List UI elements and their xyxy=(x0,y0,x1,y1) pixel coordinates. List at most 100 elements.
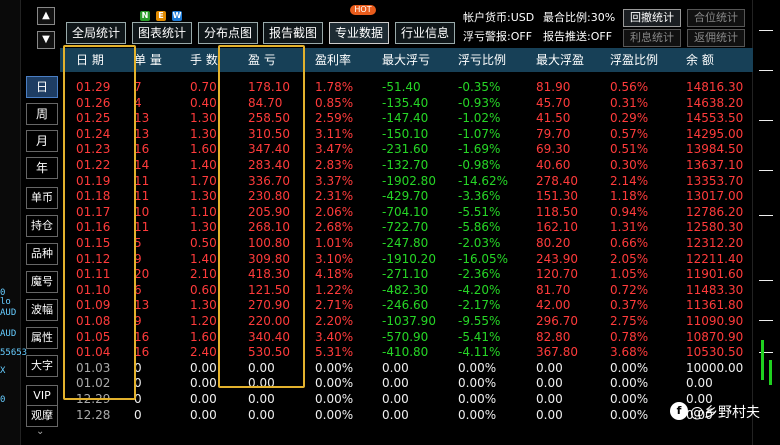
col-profit-rate[interactable]: 盈利率 xyxy=(315,48,351,72)
rebate-stats-button[interactable]: 返佣统计 xyxy=(687,29,745,47)
side-tab-attribute[interactable]: 属性 xyxy=(26,327,58,349)
pro-data-button[interactable]: 专业数据 xyxy=(329,22,389,44)
cell-max-float-profit: 0.00 xyxy=(536,392,563,406)
interest-stats-button[interactable]: 利息统计 xyxy=(623,29,681,47)
global-stats-button[interactable]: 全局统计 xyxy=(66,22,126,44)
table-row[interactable]: 01.22 14 1.40 283.40 2.83% -132.70 -0.98% 40.60… xyxy=(60,158,753,174)
table-row[interactable]: 01.23 16 1.60 347.40 3.47% -231.60 -1.69% 69.30… xyxy=(60,142,753,158)
table-row[interactable]: 12.29 0 0.00 0.00 0.00% 0.00 0.00% 0.00 0.00% 0.0… xyxy=(60,392,753,408)
cell-profit-rate: 0.00% xyxy=(315,360,354,375)
side-tab-observe[interactable]: 观摩 xyxy=(26,405,58,427)
new-badge-n: N xyxy=(140,11,150,21)
cell-balance: 13353.70 xyxy=(686,173,744,188)
drawdown-stats-button[interactable]: 回撤统计 xyxy=(623,9,681,27)
col-balance[interactable]: 余 额 xyxy=(686,48,714,72)
table-row[interactable]: 01.02 0 0.00 0.00 0.00% 0.00 0.00% 0.00 0.00% 0.0… xyxy=(60,376,753,392)
cell-float-profit-ratio: 0.94% xyxy=(610,204,649,219)
cell-float-loss-ratio: -0.93% xyxy=(458,95,501,110)
cell-max-float-loss: -132.70 xyxy=(382,158,429,172)
cell-float-loss-ratio: 0.00% xyxy=(458,392,497,406)
cell-max-float-loss: -410.80 xyxy=(382,345,429,360)
cell-orders: 4 xyxy=(134,95,142,110)
col-max-float-profit[interactable]: 最大浮盈 xyxy=(536,48,584,72)
cell-max-float-profit: 82.80 xyxy=(536,329,571,344)
table-row[interactable]: 01.17 10 1.10 205.90 2.06% -704.10 -5.51% 118.5… xyxy=(60,205,753,221)
cell-profit-rate: 3.40% xyxy=(315,329,354,344)
cell-balance: 12211.40 xyxy=(686,251,744,266)
side-tab-position[interactable]: 持仓 xyxy=(26,215,58,237)
industry-info-button[interactable]: 行业信息 xyxy=(395,22,455,44)
cell-orders: 11 xyxy=(134,173,150,188)
scroll-down-button[interactable]: ▼ xyxy=(37,31,55,49)
position-stats-button[interactable]: 合位统计 xyxy=(687,9,745,27)
cell-profit-rate: 2.68% xyxy=(315,220,354,235)
left-strip-label: 0 xyxy=(0,395,6,405)
table-row[interactable]: 01.04 16 2.40 530.50 5.31% -410.80 -4.11% 367.8… xyxy=(60,345,753,361)
side-tab-single-currency[interactable]: 单币 xyxy=(26,187,58,209)
cell-max-float-profit: 79.70 xyxy=(536,126,571,141)
table-row[interactable]: 12.28 0 0.00 0.00 0.00% 0.00 0.00% 0.00 0.00% 0.0… xyxy=(60,408,753,424)
col-float-loss-ratio[interactable]: 浮亏比例 xyxy=(458,48,506,72)
side-tab-volatility[interactable]: 波幅 xyxy=(26,299,58,321)
cell-max-float-loss: -246.60 xyxy=(382,298,429,313)
table-row[interactable]: 01.18 11 1.30 230.80 2.31% -429.70 -3.36% 151.3… xyxy=(60,189,753,205)
cell-max-float-loss: -482.30 xyxy=(382,282,429,297)
table-row[interactable]: 01.08 9 1.20 220.00 2.20% -1037.90 -9.55% 296.7… xyxy=(60,314,753,330)
side-tab-day[interactable]: 日 xyxy=(26,76,58,98)
distribution-plot-button[interactable]: 分布点图 xyxy=(198,22,258,44)
table-row[interactable]: 01.29 7 0.70 178.10 1.78% -51.40 -0.35% 81.90 0.… xyxy=(60,80,753,96)
scroll-up-button[interactable]: ▲ xyxy=(37,7,55,25)
chart-stats-button[interactable]: 图表统计 xyxy=(132,22,192,44)
table-row[interactable]: 01.16 11 1.30 268.10 2.68% -722.70 -5.86% 162.1… xyxy=(60,220,753,236)
price-tick xyxy=(759,320,773,321)
left-chart-strip: 0 lo AUD AUD 55653 X 0 xyxy=(0,0,28,445)
cell-profit: 0.00 xyxy=(248,392,275,406)
table-row[interactable]: 01.26 4 0.40 84.70 0.85% -135.40 -0.93% 45.70 0.… xyxy=(60,96,753,112)
cell-balance: 0.00 xyxy=(686,376,713,391)
col-lots[interactable]: 手 数 xyxy=(190,48,218,72)
table-row[interactable]: 01.25 13 1.30 258.50 2.59% -147.40 -1.02% 41.50… xyxy=(60,111,753,127)
side-tab-year[interactable]: 年 xyxy=(26,157,58,179)
col-orders[interactable]: 单 量 xyxy=(134,48,162,72)
cell-max-float-profit: 81.70 xyxy=(536,282,571,297)
side-tab-vip[interactable]: VIP xyxy=(26,385,58,407)
cell-max-float-loss: -1902.80 xyxy=(382,173,436,188)
table-row[interactable]: 01.11 20 2.10 418.30 4.18% -271.10 -2.36% 120.7… xyxy=(60,267,753,283)
chevron-down-icon[interactable]: ⌄ xyxy=(36,426,44,437)
cell-float-loss-ratio: -2.17% xyxy=(458,298,501,313)
side-tab-month[interactable]: 月 xyxy=(26,130,58,152)
table-row[interactable]: 01.10 6 0.60 121.50 1.22% -482.30 -4.20% 81.70 0… xyxy=(60,283,753,299)
cell-float-profit-ratio: 2.05% xyxy=(610,251,649,266)
side-tab-instrument[interactable]: 品种 xyxy=(26,243,58,265)
table-row[interactable]: 01.19 11 1.70 336.70 3.37% -1902.80 -14.62% 278… xyxy=(60,174,753,190)
cell-float-loss-ratio: -9.55% xyxy=(458,314,501,328)
cell-max-float-loss: 0.00 xyxy=(382,376,409,391)
left-strip-label: 55653 xyxy=(0,348,28,358)
cell-max-float-loss: -429.70 xyxy=(382,189,429,204)
table-row[interactable]: 01.12 9 1.40 309.80 3.10% -1910.20 -16.05% 243.… xyxy=(60,252,753,268)
cell-max-float-loss: -150.10 xyxy=(382,126,429,141)
cell-float-profit-ratio: 0.37% xyxy=(610,298,649,313)
cell-max-float-loss: -147.40 xyxy=(382,111,429,126)
price-tick xyxy=(759,280,773,281)
table-row[interactable]: 01.15 5 0.50 100.80 1.01% -247.80 -2.03% 80.20 0… xyxy=(60,236,753,252)
table-row[interactable]: 01.05 16 1.60 340.40 3.40% -570.90 -5.41% 82.80… xyxy=(60,330,753,346)
cell-profit-rate: 1.78% xyxy=(315,80,354,94)
side-tab-week[interactable]: 周 xyxy=(26,103,58,125)
cell-profit-rate: 0.00% xyxy=(315,407,354,422)
table-row[interactable]: 01.03 0 0.00 0.00 0.00% 0.00 0.00% 0.00 0.00% 100… xyxy=(60,361,753,377)
col-max-float-loss[interactable]: 最大浮亏 xyxy=(382,48,430,72)
profit-highlight-box xyxy=(218,45,305,388)
col-float-profit-ratio[interactable]: 浮盈比例 xyxy=(610,48,658,72)
side-tab-magic-number[interactable]: 魔号 xyxy=(26,271,58,293)
report-screenshot-button[interactable]: 报告截图 xyxy=(263,22,323,44)
table-body: 01.29 7 0.70 178.10 1.78% -51.40 -0.35% 81.90 0.… xyxy=(60,80,753,440)
side-tab-large-font[interactable]: 大字 xyxy=(26,355,58,377)
cell-max-float-profit: 278.40 xyxy=(536,173,578,188)
cell-orders: 10 xyxy=(134,204,150,219)
report-push: 报告推送:OFF xyxy=(543,30,613,43)
table-row[interactable]: 01.09 13 1.30 270.90 2.71% -246.60 -2.17% 42.00… xyxy=(60,298,753,314)
cell-float-loss-ratio: -16.05% xyxy=(458,251,509,266)
table-row[interactable]: 01.24 13 1.30 310.50 3.11% -150.10 -1.07% 79.70… xyxy=(60,127,753,143)
cell-float-profit-ratio: 2.75% xyxy=(610,314,649,328)
